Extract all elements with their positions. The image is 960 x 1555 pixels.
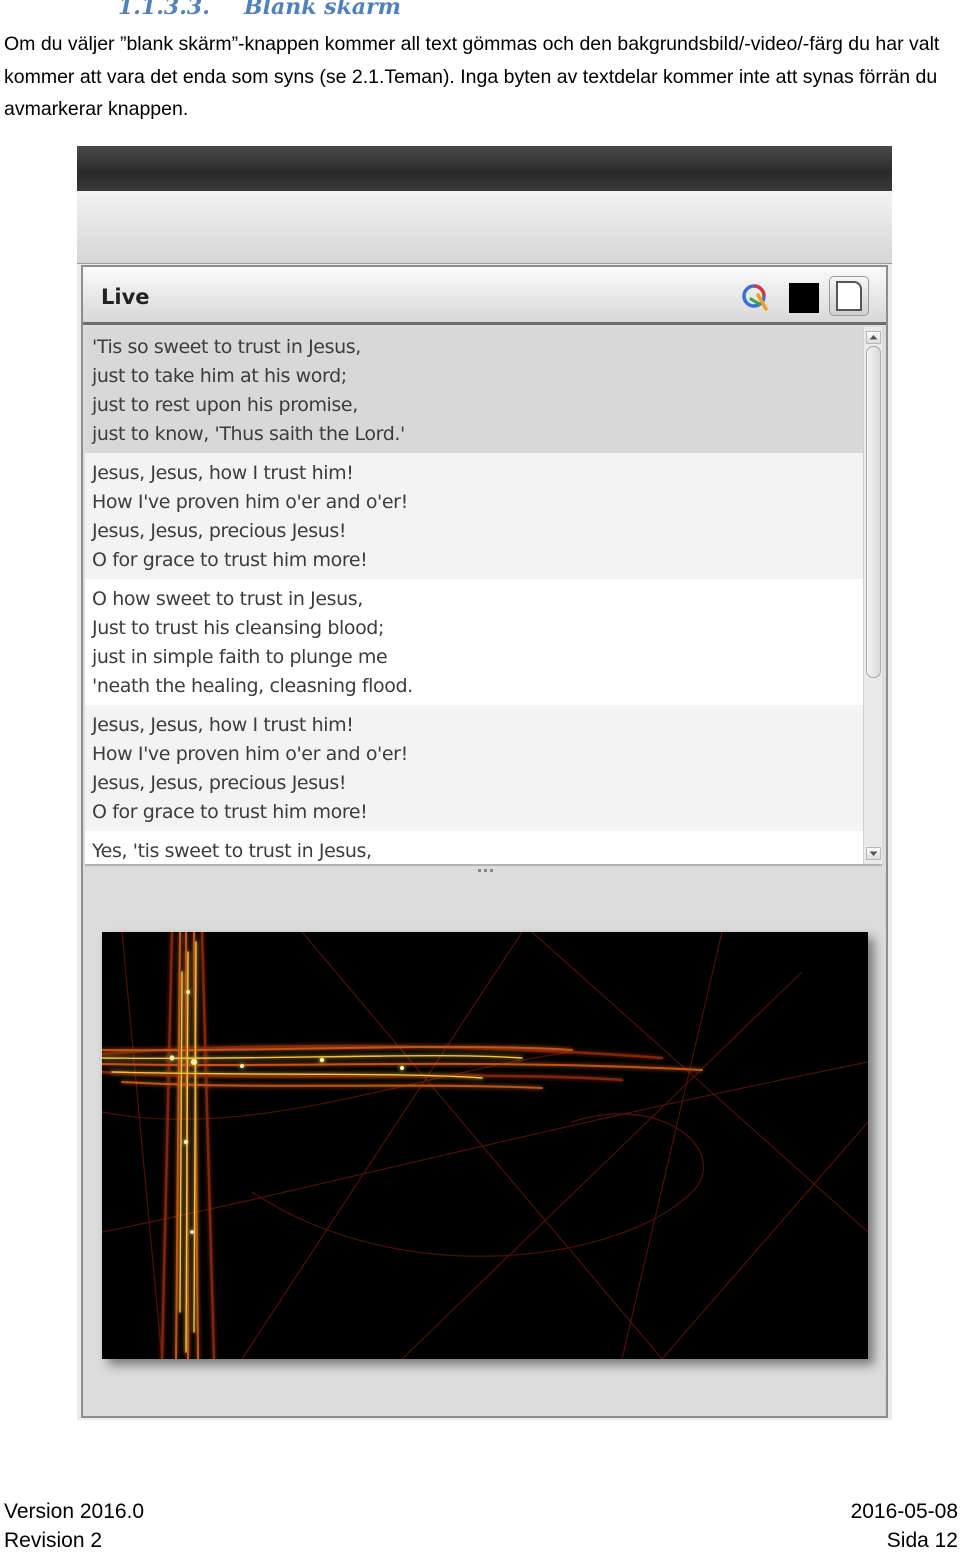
verse-line: Jesus, Jesus, precious Jesus! [92,520,347,542]
verse-line: Just to trust his cleansing blood; [92,617,384,639]
background-preview [102,932,868,1359]
footer-date: 2016-05-08 [850,1500,958,1523]
panel-title: Live [101,285,150,309]
verse-line: just to know, 'Thus saith the Lord.' [92,423,405,445]
verse-line: How I've proven him o'er and o'er! [92,743,408,765]
live-panel-header: Live [83,267,886,325]
logo-button[interactable] [738,279,772,313]
arrow-down-icon [869,851,878,856]
verse-item[interactable]: Jesus, Jesus, how I trust him! How I've … [85,453,863,579]
scroll-down-button[interactable] [866,847,881,860]
verse-line: just to take him at his word; [92,365,347,387]
cross-background-image [102,932,868,1359]
scroll-up-button[interactable] [866,331,881,344]
verse-list-scrollbar[interactable] [863,327,882,864]
footer-page-number: Sida 12 [886,1529,958,1552]
section-heading: 1.1.3.3. Blank skärm [0,0,960,24]
footer-right: 2016-05-08 Sida 12 [851,1497,958,1555]
blank-screen-icon [836,281,862,311]
footer-left: Version 2016.0 Revision 2 [4,1497,144,1555]
verse-line: How I've proven him o'er and o'er! [92,491,408,513]
verse-line: Jesus, Jesus, how I trust him! [92,714,354,736]
verse-item[interactable]: Yes, 'tis sweet to trust in Jesus, [85,831,863,864]
section-number: 1.1.3.3. [118,0,210,20]
section-paragraph: Om du väljer ”blank skärm”-knappen komme… [4,33,940,120]
scroll-thumb[interactable] [866,346,881,678]
verse-item[interactable]: Jesus, Jesus, how I trust him! How I've … [85,705,863,831]
footer-revision: Revision 2 [4,1529,103,1552]
footer-version: Version 2016.0 [4,1500,145,1523]
black-screen-icon [789,283,819,313]
verse-line: 'Tis so sweet to trust in Jesus, [92,336,361,358]
verse-line: Yes, 'tis sweet to trust in Jesus, [92,840,372,862]
toolbar-strip [77,191,892,264]
section-title: Blank skärm [244,0,401,20]
live-panel: Live 'Tis so sweet to trust in Jesus, ju… [81,265,888,1418]
black-screen-button[interactable] [786,279,820,313]
verse-line: Jesus, Jesus, precious Jesus! [92,772,347,794]
arrow-up-icon [869,335,878,340]
splitter-grip[interactable] [476,867,496,873]
blank-screen-button[interactable] [829,276,869,316]
verse-line: O for grace to trust him more! [92,801,368,823]
verse-line: 'neath the healing, cleasning flood. [92,675,413,697]
logo-icon [742,284,768,311]
verse-line: O for grace to trust him more! [92,549,368,571]
window-title-bar [77,146,892,191]
verse-line: just to rest upon his promise, [92,394,358,416]
app-screenshot: Live 'Tis so sweet to trust in Jesus, ju… [77,146,892,1420]
verse-line: Jesus, Jesus, how I trust him! [92,462,354,484]
verse-line: O how sweet to trust in Jesus, [92,588,363,610]
verse-line: just in simple faith to plunge me [92,646,388,668]
verse-item[interactable]: O how sweet to trust in Jesus, Just to t… [85,579,863,705]
verse-item[interactable]: 'Tis so sweet to trust in Jesus, just to… [85,327,863,453]
verse-list: 'Tis so sweet to trust in Jesus, just to… [85,327,882,866]
